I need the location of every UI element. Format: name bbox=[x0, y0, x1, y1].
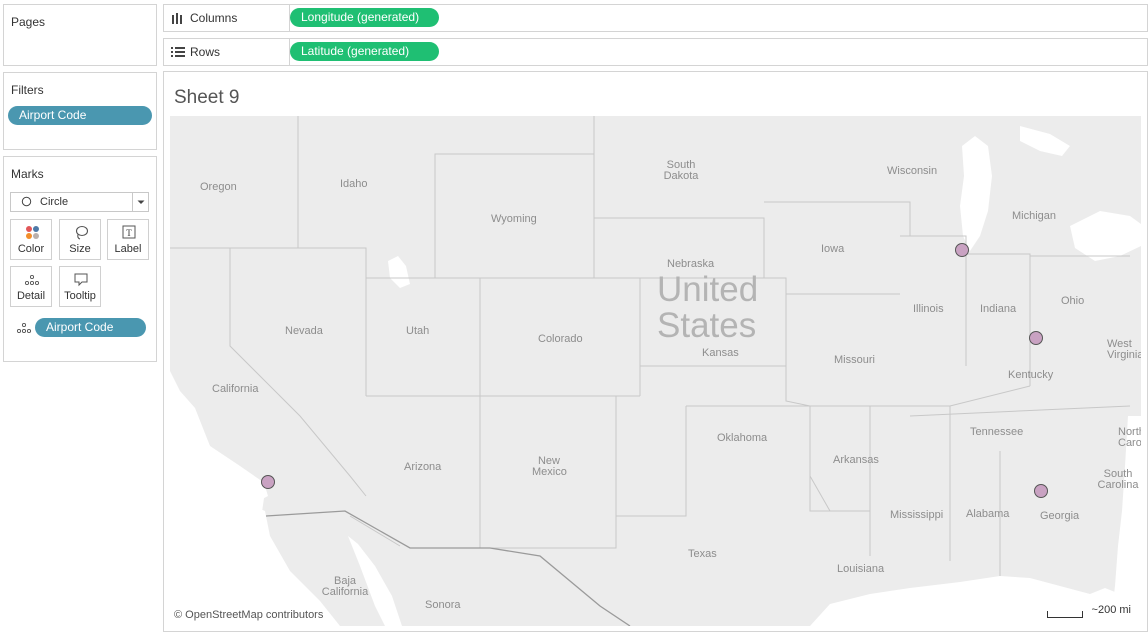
sheet-title: Sheet 9 bbox=[174, 87, 240, 108]
columns-pill-longitude[interactable]: Longitude (generated) bbox=[290, 8, 439, 27]
tooltip-button-label: Tooltip bbox=[64, 290, 96, 302]
label-button[interactable]: T Label bbox=[107, 219, 149, 260]
detail-button-label: Detail bbox=[16, 290, 46, 302]
columns-shelf-label: Columns bbox=[164, 5, 290, 31]
detail-dots-icon bbox=[24, 274, 40, 286]
columns-shelf[interactable]: Columns Longitude (generated) bbox=[163, 4, 1148, 32]
label-t-icon: T bbox=[122, 225, 136, 239]
mark-type-label: Circle bbox=[40, 196, 69, 208]
rows-label: Rows bbox=[190, 45, 221, 59]
airport-mark[interactable] bbox=[261, 475, 275, 489]
rows-shelf[interactable]: Rows Latitude (generated) bbox=[163, 38, 1148, 66]
pages-title: Pages bbox=[11, 15, 46, 29]
airport-mark[interactable] bbox=[955, 243, 969, 257]
scale-bar bbox=[1047, 611, 1083, 618]
rows-pill-latitude[interactable]: Latitude (generated) bbox=[290, 42, 439, 61]
mark-layer bbox=[261, 243, 1048, 498]
marks-title: Marks bbox=[11, 167, 44, 181]
rows-shelf-label: Rows bbox=[164, 39, 290, 65]
color-dots-icon bbox=[26, 226, 39, 239]
detail-button[interactable]: Detail bbox=[10, 266, 52, 307]
filters-card: Filters Airport Code bbox=[3, 72, 157, 150]
mark-type-dropdown[interactable]: Circle bbox=[10, 192, 149, 212]
detail-dots-icon bbox=[16, 322, 32, 334]
marks-field-pill-airport-code[interactable]: Airport Code bbox=[35, 318, 146, 337]
columns-icon bbox=[172, 13, 182, 24]
filters-title: Filters bbox=[11, 83, 44, 97]
tooltip-bubble-icon bbox=[74, 273, 88, 287]
rows-icon bbox=[171, 47, 185, 57]
chevron-down-icon[interactable] bbox=[132, 193, 148, 211]
label-button-label: Label bbox=[114, 243, 142, 255]
columns-label: Columns bbox=[190, 11, 238, 25]
size-lasso-icon bbox=[75, 225, 89, 240]
color-button[interactable]: Color bbox=[10, 219, 52, 260]
size-button-label: Size bbox=[69, 243, 91, 255]
filter-pill-airport-code[interactable]: Airport Code bbox=[8, 106, 152, 125]
circle-icon bbox=[21, 196, 32, 207]
pages-card[interactable]: Pages bbox=[3, 4, 157, 66]
airport-mark[interactable] bbox=[1029, 331, 1043, 345]
map-attribution[interactable]: © OpenStreetMap contributors bbox=[174, 609, 323, 621]
map-scale: ~200 mi bbox=[1047, 604, 1131, 618]
tooltip-button[interactable]: Tooltip bbox=[59, 266, 101, 307]
airport-mark[interactable] bbox=[1034, 484, 1048, 498]
color-button-label: Color bbox=[17, 243, 45, 255]
svg-text:T: T bbox=[126, 228, 132, 238]
size-button[interactable]: Size bbox=[59, 219, 101, 260]
scale-label: ~200 mi bbox=[1091, 604, 1131, 616]
map-area[interactable]: Oregon Idaho South Dakota Wisconsin Mich… bbox=[170, 116, 1141, 626]
